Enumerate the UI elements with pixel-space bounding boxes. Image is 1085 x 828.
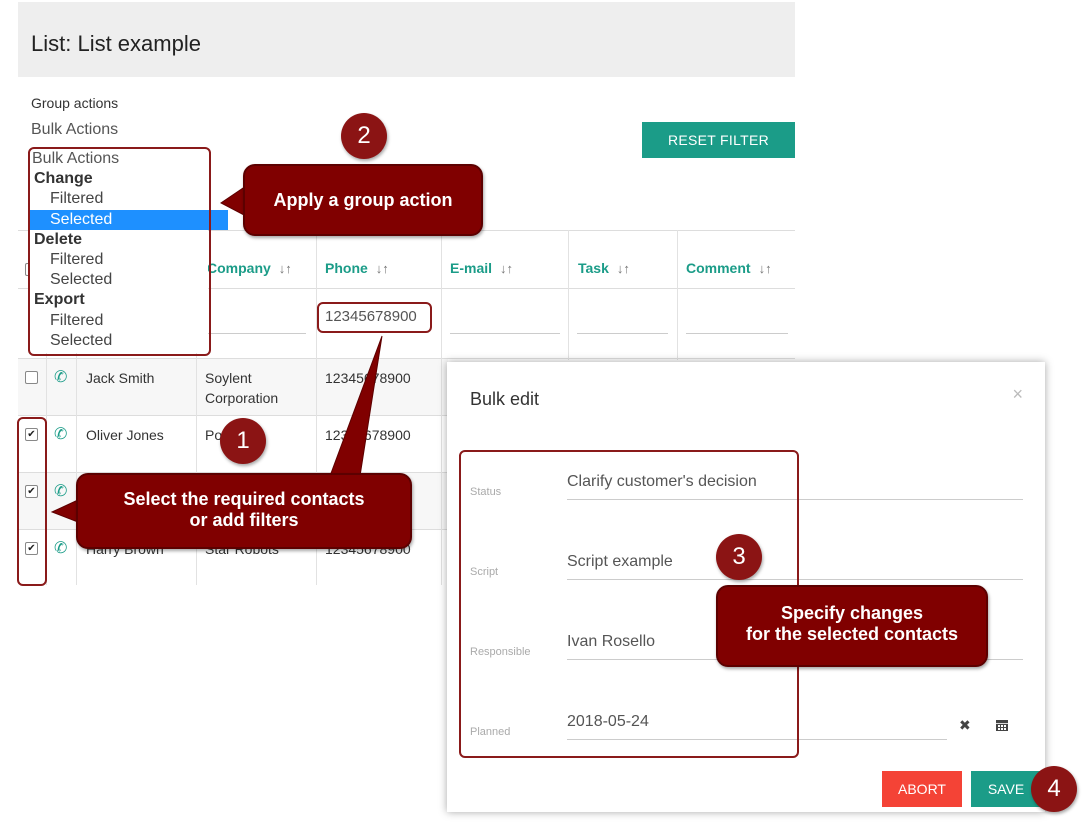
modal-title: Bulk edit [470, 389, 540, 409]
step-badge-2: 2 [341, 113, 387, 159]
callout-specify-changes: Specify changes for the selected contact… [716, 585, 988, 667]
callout-text-line: Select the required contacts [123, 489, 365, 509]
calendar-icon[interactable] [995, 718, 1009, 732]
callout-text-line: for the selected contacts [745, 624, 959, 644]
callout-apply-group-action: Apply a group action [243, 164, 483, 236]
close-icon[interactable]: × [1012, 384, 1023, 405]
callout-text-line: Specify changes [780, 603, 924, 623]
abort-button[interactable]: ABORT [882, 771, 962, 807]
callout-text-line: or add filters [189, 510, 299, 530]
step-badge-4: 4 [1031, 766, 1077, 812]
step-badge-1: 1 [220, 418, 266, 464]
step-badge-3: 3 [716, 534, 762, 580]
callout-select-contacts: Select the required contacts or add filt… [76, 473, 412, 549]
clear-date-icon[interactable]: ✖ [959, 717, 971, 734]
